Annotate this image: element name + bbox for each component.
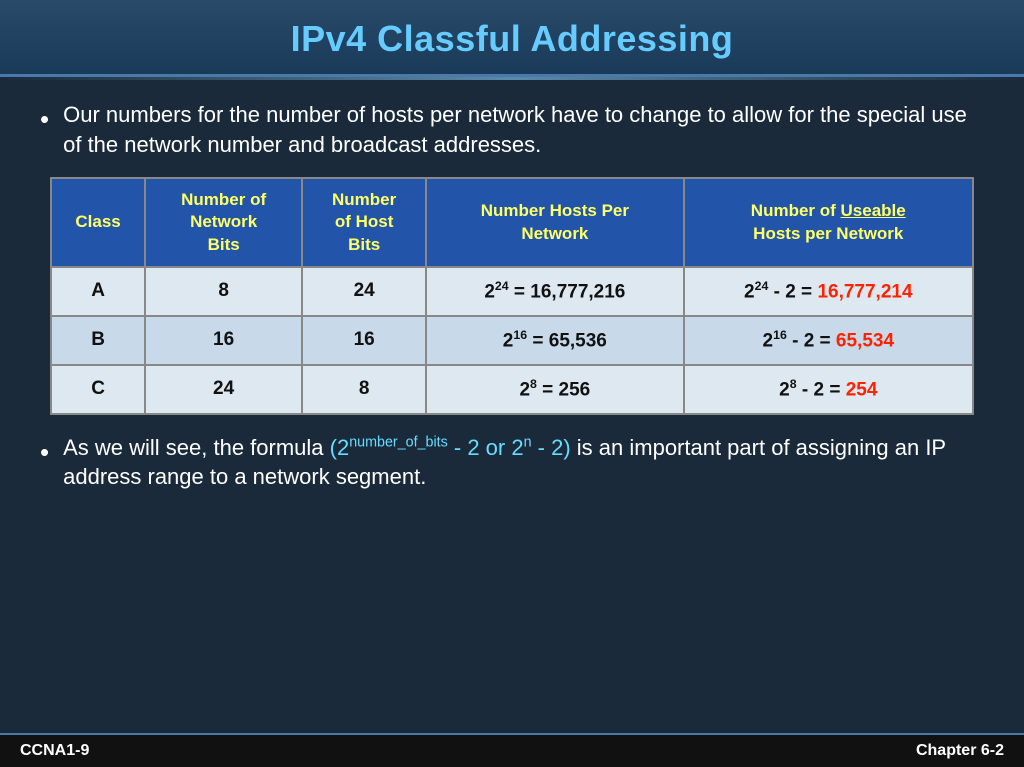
- bullet-item-1: • Our numbers for the number of hosts pe…: [40, 100, 984, 159]
- col-header-useable-hosts: Number of UseableHosts per Network: [684, 178, 973, 266]
- formula-text: (2number_of_bits - 2 or 2n - 2): [330, 435, 571, 460]
- col-header-network-bits: Number ofNetworkBits: [145, 178, 302, 266]
- col-header-hosts-per-network: Number Hosts PerNetwork: [426, 178, 683, 266]
- class-b-hosts: 216 = 65,536: [426, 316, 683, 365]
- main-content: • Our numbers for the number of hosts pe…: [0, 80, 1024, 520]
- class-c-hosts: 28 = 256: [426, 365, 683, 414]
- class-c-network-bits: 24: [145, 365, 302, 414]
- class-b-useable-value: 65,534: [836, 330, 894, 351]
- footer-label-left: CCNA1-9: [20, 742, 89, 760]
- class-a-network-bits: 8: [145, 267, 302, 316]
- class-b: B: [51, 316, 145, 365]
- table-wrapper: Class Number ofNetworkBits Numberof Host…: [50, 177, 974, 414]
- class-a-useable: 224 - 2 = 16,777,214: [684, 267, 973, 316]
- bullet-section-2: • As we will see, the formula (2number_o…: [40, 433, 984, 492]
- class-c-host-bits: 8: [302, 365, 426, 414]
- class-c-useable-value: 254: [846, 379, 878, 400]
- page-footer: CCNA1-9 Chapter 6-2: [0, 733, 1024, 767]
- class-c: C: [51, 365, 145, 414]
- table-row-c: C 24 8 28 = 256 28 - 2 = 254: [51, 365, 973, 414]
- class-c-useable: 28 - 2 = 254: [684, 365, 973, 414]
- bullet-item-2: • As we will see, the formula (2number_o…: [40, 433, 984, 492]
- table-row-b: B 16 16 216 = 65,536 216 - 2 = 65,534: [51, 316, 973, 365]
- page-title: IPv4 Classful Addressing: [291, 18, 734, 59]
- class-b-useable: 216 - 2 = 65,534: [684, 316, 973, 365]
- table-header-row: Class Number ofNetworkBits Numberof Host…: [51, 178, 973, 266]
- page-header: IPv4 Classful Addressing: [0, 0, 1024, 77]
- col-header-class: Class: [51, 178, 145, 266]
- class-a-host-bits: 24: [302, 267, 426, 316]
- bullet-dot-1: •: [40, 102, 49, 137]
- class-a: A: [51, 267, 145, 316]
- bullet-dot-2: •: [40, 435, 49, 470]
- col-header-host-bits: Numberof HostBits: [302, 178, 426, 266]
- bullet-section-1: • Our numbers for the number of hosts pe…: [40, 100, 984, 159]
- bullet-text-2: As we will see, the formula (2number_of_…: [63, 433, 984, 492]
- bullet-text-1: Our numbers for the number of hosts per …: [63, 100, 984, 159]
- class-a-hosts: 224 = 16,777,216: [426, 267, 683, 316]
- classful-addressing-table: Class Number ofNetworkBits Numberof Host…: [50, 177, 974, 414]
- class-b-host-bits: 16: [302, 316, 426, 365]
- class-a-useable-value: 16,777,214: [817, 281, 912, 302]
- table-row-a: A 8 24 224 = 16,777,216 224 - 2 = 16,777…: [51, 267, 973, 316]
- footer-label-right: Chapter 6-2: [916, 742, 1004, 760]
- class-b-network-bits: 16: [145, 316, 302, 365]
